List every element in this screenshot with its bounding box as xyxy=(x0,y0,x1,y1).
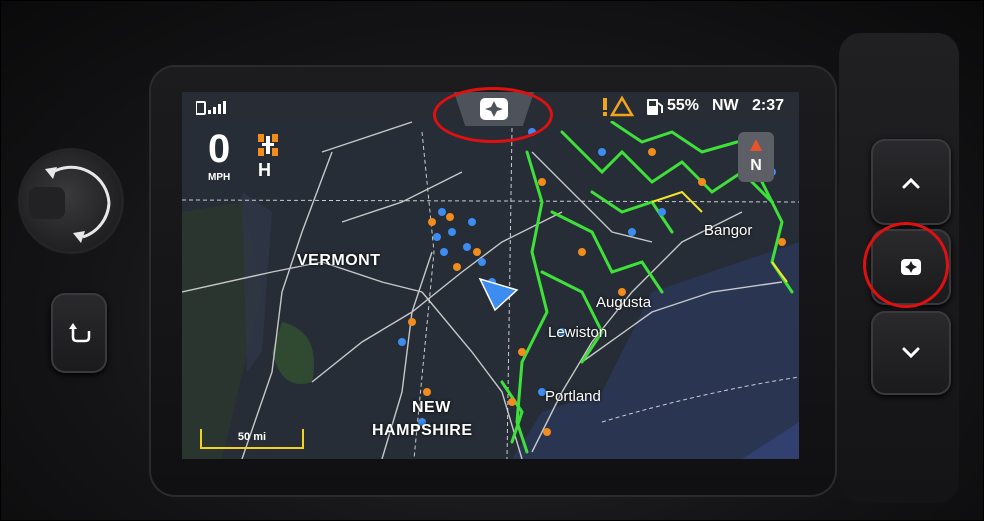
gear-indicator: H xyxy=(258,160,271,180)
highlight-menu-tab xyxy=(433,87,553,143)
chevron-down-icon xyxy=(902,347,920,359)
city-label-augusta: Augusta xyxy=(596,294,652,311)
speed-value: 0 xyxy=(208,127,231,171)
north-arrow-icon xyxy=(750,139,762,151)
back-arrow-icon xyxy=(69,323,91,343)
down-button[interactable] xyxy=(871,311,951,395)
cellular-signal-icon xyxy=(196,101,226,115)
highlight-menu-button xyxy=(863,222,949,308)
fuel-pump-icon xyxy=(647,99,663,115)
compass-label: N xyxy=(750,157,762,174)
scale-bar: 50 mi xyxy=(200,429,304,449)
device-photo: 55% NW 2:37 0 MPH H N VERMONT NEW HAMPSH… xyxy=(0,0,984,521)
region-label-vermont: VERMONT xyxy=(297,252,381,269)
compass-button[interactable]: N xyxy=(738,132,774,182)
speed-unit: MPH xyxy=(208,172,231,183)
back-button[interactable] xyxy=(51,293,107,373)
heading: NW xyxy=(712,97,739,114)
scale-label: 50 mi xyxy=(237,431,267,443)
city-label-portland: Portland xyxy=(545,388,601,405)
city-label-lewiston: Lewiston xyxy=(548,324,608,341)
chevron-up-icon xyxy=(902,177,920,189)
warning-triangle-icon[interactable] xyxy=(602,95,636,119)
clock: 2:37 xyxy=(752,97,785,114)
rotary-knob-icon xyxy=(29,165,111,243)
fuel-level: 55% xyxy=(667,97,700,114)
up-button[interactable] xyxy=(871,139,951,225)
rotary-knob[interactable] xyxy=(21,151,121,251)
awd-drive-icon xyxy=(258,134,278,156)
region-label-new: NEW xyxy=(412,399,451,416)
region-label-hampshire: HAMPSHIRE xyxy=(372,422,473,439)
navigation-screen: 55% NW 2:37 0 MPH H N VERMONT NEW HAMPSH… xyxy=(182,92,799,459)
city-label-bangor: Bangor xyxy=(704,222,753,239)
